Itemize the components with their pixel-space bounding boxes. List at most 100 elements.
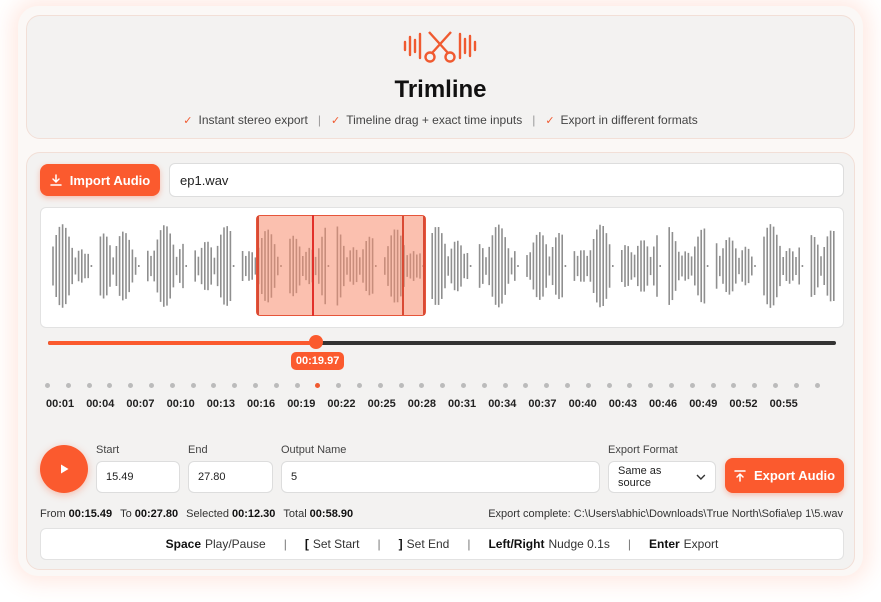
check-icon: ✓ (331, 114, 341, 127)
timeline-dot (357, 383, 362, 388)
file-name-field[interactable]: ep1.wav (169, 163, 844, 197)
timeline-tick-label: 00:04 (86, 398, 115, 410)
timeline-tick-label: 00:31 (448, 398, 477, 410)
timeline-dot (273, 383, 279, 388)
divider: | (627, 537, 631, 551)
timeline-tick-label: 00:52 (729, 398, 758, 410)
waveform-view[interactable] (40, 207, 844, 328)
timeline-dot (481, 383, 487, 388)
shortcut-key: Enter (648, 537, 680, 551)
selection-inner-marker (401, 216, 404, 315)
timeline-dot (773, 383, 778, 388)
timeline-dot (377, 383, 383, 388)
shortcut-action: Play/Pause (205, 537, 266, 551)
timeline-tick-label: 00:10 (166, 398, 195, 410)
timeline-tick-label: 00:07 (126, 398, 155, 410)
output-name-label: Output Name (281, 444, 347, 456)
timeline-progress (48, 341, 316, 345)
feature-list: ✓ Instant stereo export | ✓ Timeline dra… (0, 113, 881, 127)
timeline-tick-label: 00:37 (528, 398, 557, 410)
timeline-dot (294, 383, 300, 388)
shortcut-action: Set Start (312, 537, 360, 551)
total-label: Total (283, 508, 307, 520)
to-value: 00:27.80 (134, 508, 179, 520)
total-value: 00:58.90 (309, 508, 354, 520)
timeline-dot (565, 383, 570, 388)
shortcut-action: Set End (406, 537, 450, 551)
from-value: 00:15.49 (68, 508, 113, 520)
timeline-tick-label: 00:46 (649, 398, 678, 410)
timeline-dot (606, 383, 612, 388)
app-title: Trimline (394, 76, 487, 103)
timeline-dot (461, 383, 466, 388)
import-audio-button[interactable]: Import Audio (40, 164, 160, 196)
divider: | (467, 537, 471, 551)
check-icon: ✓ (545, 114, 555, 127)
selection-end-handle[interactable] (423, 216, 426, 315)
selection-start-handle[interactable] (256, 216, 259, 315)
play-button[interactable] (40, 445, 88, 493)
timeline-thumb[interactable] (308, 335, 323, 349)
timeline-tick-label: 00:34 (488, 398, 517, 410)
timeline-dot (710, 383, 716, 388)
end-label: End (188, 444, 208, 456)
timeline-tick-label: 00:43 (608, 398, 637, 410)
timeline-dot (45, 383, 50, 388)
chevron-down-icon (696, 474, 706, 480)
start-label: Start (96, 444, 120, 456)
divider: | (283, 537, 287, 551)
timeline-dot (814, 383, 820, 388)
timeline-tick-label: 00:22 (327, 398, 356, 410)
end-time-input[interactable]: 27.80 (188, 461, 273, 493)
export-audio-label: Export Audio (753, 468, 836, 483)
timeline-dot (585, 383, 591, 388)
check-icon: ✓ (183, 114, 193, 127)
timeline-dot (669, 383, 674, 388)
to-label: To (120, 508, 132, 520)
timeline-dot (253, 383, 258, 388)
timeline-tick-label: 00:01 (46, 398, 75, 410)
timeline-tick-label: 00:28 (407, 398, 436, 410)
shortcut-action: Nudge 0.1s (548, 537, 610, 551)
shortcut-key: Space (165, 537, 201, 551)
selected-label: Selected (186, 508, 229, 520)
feature-item: Export in different formats (560, 113, 698, 127)
timeline-dot (190, 383, 196, 388)
timeline-dot (149, 383, 154, 388)
timeline-tick-label: 00:25 (367, 398, 396, 410)
current-time-badge: 00:19.97 (290, 352, 345, 370)
export-format-select[interactable]: Same as source (608, 461, 716, 493)
upload-icon (734, 469, 746, 482)
shortcut-action: Export (683, 537, 719, 551)
play-icon (61, 464, 69, 474)
timeline-dot (793, 383, 799, 388)
export-format-value: Same as source (618, 465, 662, 489)
shortcut-key: [ (304, 537, 309, 551)
export-status: Export complete: C:\Users\abhic\Download… (488, 508, 843, 520)
output-name-input[interactable]: 5 (281, 461, 600, 493)
selection-region[interactable] (255, 215, 427, 316)
export-format-label: Export Format (608, 444, 678, 456)
from-label: From (40, 508, 66, 520)
timeline-tick-label: 00:16 (247, 398, 276, 410)
waveform-bars (52, 224, 835, 308)
playhead[interactable] (312, 215, 315, 316)
timeline-dot (65, 383, 71, 388)
timeline-dot (502, 383, 508, 388)
feature-item: Timeline drag + exact time inputs (346, 113, 523, 127)
timeline-dot (169, 383, 175, 388)
timeline-tick-label: 00:40 (568, 398, 597, 410)
timeline-dot (689, 383, 695, 388)
export-audio-button[interactable]: Export Audio (725, 458, 844, 493)
start-time-input[interactable]: 15.49 (96, 461, 180, 493)
timeline-tick-label: 00:49 (689, 398, 718, 410)
divider: | (532, 113, 536, 127)
keyboard-shortcuts: Space Play/Pause | [ Set Start | ] Set E… (40, 528, 844, 560)
divider: | (317, 113, 322, 127)
timeline-tick-label: 00:13 (206, 398, 235, 410)
selected-value: 00:12.30 (231, 508, 276, 520)
timeline-dot (86, 383, 92, 388)
selection-stats: From 00:15.49 To 00:27.80 Selected 00:12… (40, 508, 361, 520)
waveform-scissors-logo (403, 31, 477, 63)
download-icon (50, 174, 62, 186)
